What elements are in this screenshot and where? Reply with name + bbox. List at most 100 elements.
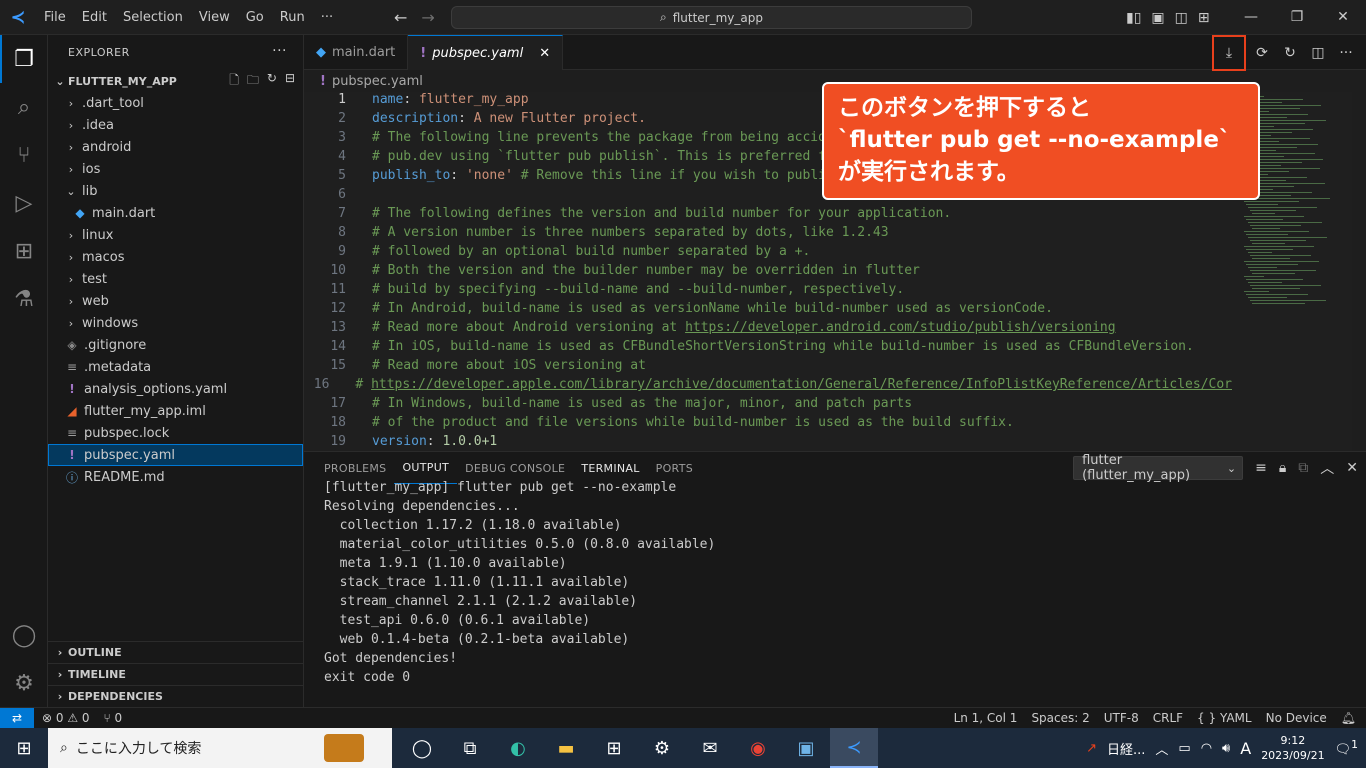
file-tree-item[interactable]: › ios bbox=[48, 158, 303, 180]
file-explorer-icon[interactable]: ▬ bbox=[542, 728, 590, 768]
ports-status[interactable]: ⑂ 0 bbox=[104, 711, 123, 725]
encoding[interactable]: UTF-8 bbox=[1104, 711, 1139, 725]
windows-start-icon[interactable]: ⊞ bbox=[0, 728, 48, 768]
clock[interactable]: 9:12 2023/09/21 bbox=[1261, 733, 1324, 763]
command-center-search[interactable]: ⌕ flutter_my_app bbox=[451, 6, 972, 29]
code-token[interactable]: https://developer.android.com/studio/pub… bbox=[685, 320, 1115, 335]
file-tree-item[interactable]: ! analysis_options.yaml bbox=[48, 378, 303, 400]
file-tree-item[interactable]: ◆ main.dart bbox=[48, 202, 303, 224]
file-tree-item[interactable]: ⌄ lib bbox=[48, 180, 303, 202]
back-arrow-icon[interactable]: ← bbox=[394, 8, 407, 27]
pub-get-download-icon[interactable]: ⤓ bbox=[1212, 34, 1246, 71]
notification-center-icon[interactable]: 🗨︎1 bbox=[1335, 738, 1358, 757]
clear-output-icon[interactable]: ≡ bbox=[1255, 460, 1267, 476]
toggle-secondary-sidebar-icon[interactable]: ◫ bbox=[1175, 10, 1188, 26]
menu-run[interactable]: Run bbox=[272, 0, 313, 35]
output-channel-select[interactable]: flutter (flutter_my_app) ⌄ bbox=[1073, 453, 1244, 483]
menu-file[interactable]: File bbox=[36, 0, 74, 35]
extensions-icon[interactable]: ⊞ bbox=[0, 227, 48, 275]
edge-browser-icon[interactable]: ◐ bbox=[494, 728, 542, 768]
close-tab-icon[interactable]: ✕ bbox=[539, 46, 550, 61]
customize-layout-icon[interactable]: ⊞ bbox=[1198, 10, 1210, 26]
cursor-position[interactable]: Ln 1, Col 1 bbox=[954, 711, 1018, 725]
hot-reload-icon[interactable]: ↻ bbox=[1278, 41, 1302, 65]
new-folder-icon[interactable]: 🗀 bbox=[247, 71, 259, 92]
language-mode[interactable]: { } YAML bbox=[1197, 711, 1252, 725]
menu-selection[interactable]: Selection bbox=[115, 0, 191, 35]
split-editor-icon[interactable]: ◫ bbox=[1306, 41, 1330, 65]
file-tree-item[interactable]: ≡ pubspec.lock bbox=[48, 422, 303, 444]
file-tree-item[interactable]: › web bbox=[48, 290, 303, 312]
news-text[interactable]: 日経... bbox=[1107, 739, 1145, 758]
news-widget-icon[interactable]: ↗ bbox=[1086, 741, 1097, 756]
indentation[interactable]: Spaces: 2 bbox=[1031, 711, 1089, 725]
close-panel-icon[interactable]: ✕ bbox=[1346, 460, 1358, 476]
testing-icon[interactable]: ⚗ bbox=[0, 275, 48, 323]
pub-upgrade-icon[interactable]: ⟳ bbox=[1250, 41, 1274, 65]
device-selector[interactable]: No Device bbox=[1266, 711, 1327, 725]
remote-icon[interactable]: ⇄ bbox=[0, 707, 34, 729]
cortana-icon[interactable]: ◯ bbox=[398, 728, 446, 768]
section-timeline[interactable]: › TIMELINE bbox=[48, 663, 303, 685]
menu-view[interactable]: View bbox=[191, 0, 238, 35]
vscode-taskbar-icon[interactable]: ≺ bbox=[830, 728, 878, 768]
file-tree-item[interactable]: › test bbox=[48, 268, 303, 290]
mail-icon[interactable]: ✉ bbox=[686, 728, 734, 768]
accounts-icon[interactable]: ◯ bbox=[0, 611, 48, 659]
battery-icon[interactable]: ▭ bbox=[1178, 741, 1190, 756]
manage-gear-icon[interactable]: ⚙ bbox=[0, 659, 48, 707]
explorer-icon[interactable]: ❐ bbox=[0, 35, 48, 83]
menu-go[interactable]: Go bbox=[238, 0, 272, 35]
output-log[interactable]: [flutter_my_app] flutter pub get --no-ex… bbox=[324, 480, 715, 689]
section-dependencies[interactable]: › DEPENDENCIES bbox=[48, 685, 303, 707]
restore-icon[interactable]: ❐ bbox=[1274, 0, 1320, 35]
file-tree-item[interactable]: ≡ .metadata bbox=[48, 356, 303, 378]
problems-status[interactable]: ⊗ 0 ⚠ 0 bbox=[42, 711, 90, 725]
menu-edit[interactable]: Edit bbox=[74, 0, 115, 35]
file-tree-item[interactable]: › android bbox=[48, 136, 303, 158]
toggle-sidebar-icon[interactable]: ▮▯ bbox=[1126, 10, 1141, 26]
settings-gear-icon[interactable]: ⚙ bbox=[638, 728, 686, 768]
taskbar-search[interactable]: ⌕ ここに入力して検索 bbox=[48, 728, 392, 768]
refresh-icon[interactable]: ↻ bbox=[267, 71, 277, 92]
section-outline[interactable]: › OUTLINE bbox=[48, 641, 303, 663]
forward-arrow-icon[interactable]: → bbox=[421, 8, 434, 27]
run-debug-icon[interactable]: ▷ bbox=[0, 179, 48, 227]
task-view-icon[interactable]: ⧉ bbox=[446, 728, 494, 768]
menu-more[interactable]: ··· bbox=[313, 0, 341, 35]
collapse-all-icon[interactable]: ⊟ bbox=[285, 71, 295, 92]
new-file-icon[interactable]: 🗋 bbox=[229, 71, 239, 92]
file-tree-item[interactable]: › linux bbox=[48, 224, 303, 246]
toggle-panel-icon[interactable]: ▣ bbox=[1151, 10, 1164, 26]
tab-main-dart[interactable]: ◆ main.dart bbox=[304, 35, 409, 70]
file-tree-item[interactable]: ◈ .gitignore bbox=[48, 334, 303, 356]
volume-icon[interactable]: 🔊︎ bbox=[1222, 741, 1230, 756]
minimize-icon[interactable]: — bbox=[1228, 0, 1274, 35]
file-tree-item[interactable]: › macos bbox=[48, 246, 303, 268]
file-tree-item[interactable]: ⓘ README.md bbox=[48, 466, 303, 488]
maximize-panel-icon[interactable]: ︿ bbox=[1320, 458, 1334, 478]
notifications-bell-icon[interactable]: 🔔︎ bbox=[1341, 711, 1356, 725]
chevron-up-icon[interactable]: ︿ bbox=[1155, 739, 1168, 758]
store-icon[interactable]: ⊞ bbox=[590, 728, 638, 768]
file-tree-item[interactable]: ◢ flutter_my_app.iml bbox=[48, 400, 303, 422]
project-root[interactable]: ⌄ FLUTTER_MY_APP 🗋 🗀 ↻ ⊟ bbox=[48, 70, 303, 92]
end-of-line[interactable]: CRLF bbox=[1153, 711, 1183, 725]
file-tree-item[interactable]: › windows bbox=[48, 312, 303, 334]
source-control-icon[interactable]: ⑂ bbox=[0, 131, 48, 179]
file-tree-item[interactable]: ! pubspec.yaml bbox=[48, 444, 303, 466]
file-tree-item[interactable]: › .idea bbox=[48, 114, 303, 136]
wifi-icon[interactable]: ◠ bbox=[1201, 741, 1212, 756]
close-icon[interactable]: ✕ bbox=[1320, 0, 1366, 35]
code-token[interactable]: https://developer.apple.com/library/arch… bbox=[371, 377, 1232, 392]
chrome-icon[interactable]: ◉ bbox=[734, 728, 782, 768]
more-actions-icon[interactable]: ··· bbox=[272, 43, 287, 59]
ime-indicator[interactable]: A bbox=[1240, 739, 1251, 758]
file-tree-item[interactable]: › .dart_tool bbox=[48, 92, 303, 114]
lock-scroll-icon[interactable]: 🔒︎ bbox=[1279, 460, 1286, 476]
remote-desktop-icon[interactable]: ▣ bbox=[782, 728, 830, 768]
tab-pubspec-yaml[interactable]: ! pubspec.yaml ✕ bbox=[408, 35, 564, 70]
search-icon[interactable]: ⌕ bbox=[0, 83, 48, 131]
copy-icon[interactable]: ⧉ bbox=[1298, 460, 1308, 476]
more-actions-icon[interactable]: ··· bbox=[1334, 41, 1358, 65]
